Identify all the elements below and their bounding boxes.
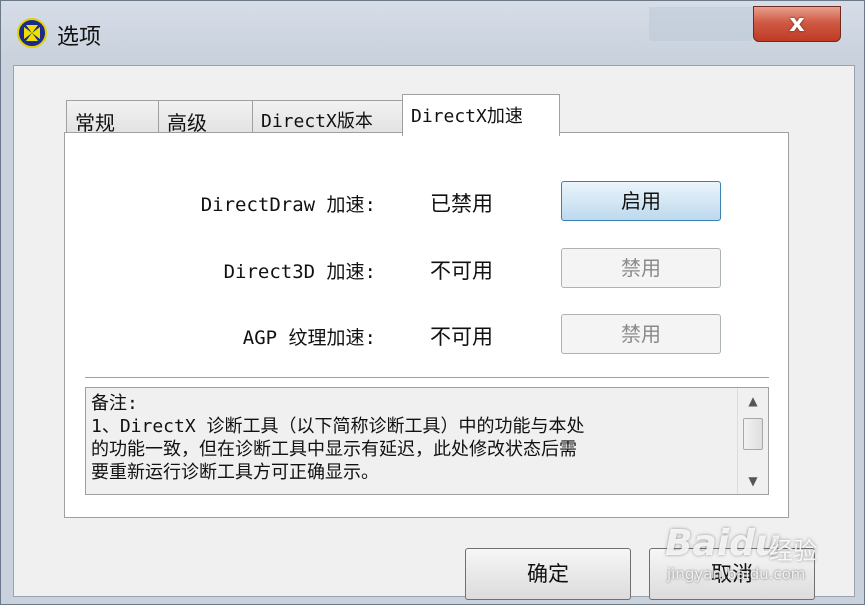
notes-line: 要重新运行诊断工具方可正确显示。 <box>91 462 379 483</box>
directdraw-enable-button[interactable]: 启用 <box>561 181 721 221</box>
scroll-thumb[interactable] <box>743 418 763 450</box>
ok-button[interactable]: 确定 <box>465 548 631 600</box>
direct3d-label: Direct3D 加速: <box>223 261 376 283</box>
directdraw-label: DirectDraw 加速: <box>200 194 376 216</box>
close-button[interactable]: x <box>753 6 841 42</box>
window-controls-area <box>649 7 753 41</box>
app-icon <box>17 18 47 48</box>
scroll-up-icon[interactable]: ▲ <box>738 390 768 412</box>
tab-directx-acceleration[interactable]: DirectX加速 <box>402 94 560 136</box>
scroll-down-icon[interactable]: ▼ <box>738 470 768 492</box>
agp-label: AGP 纹理加速: <box>242 327 376 349</box>
options-dialog: 选项 x 常规 高级 DirectX版本 DirectX加速 DirectDra… <box>0 0 865 605</box>
window-title: 选项 <box>57 25 102 50</box>
close-icon: x <box>789 9 805 37</box>
divider <box>85 377 769 379</box>
notes-text: 备注: 1、DirectX 诊断工具（以下简称诊断工具）中的功能与本处 的功能一… <box>91 392 731 484</box>
cancel-button[interactable]: 取消 <box>649 548 815 600</box>
tab-directx-version[interactable]: DirectX版本 <box>252 100 404 134</box>
tab-panel-directx-acceleration: DirectDraw 加速: 已禁用 启用 Direct3D 加速: 不可用 禁… <box>64 132 789 518</box>
direct3d-disable-button: 禁用 <box>561 248 721 288</box>
directdraw-status: 已禁用 <box>430 192 493 216</box>
title-bar[interactable]: 选项 x <box>1 1 864 65</box>
agp-disable-button: 禁用 <box>561 314 721 354</box>
notes-box[interactable]: 备注: 1、DirectX 诊断工具（以下简称诊断工具）中的功能与本处 的功能一… <box>85 387 769 495</box>
notes-line: 备注: <box>91 393 138 414</box>
agp-status: 不可用 <box>430 325 493 349</box>
dialog-body: 常规 高级 DirectX版本 DirectX加速 DirectDraw 加速:… <box>13 65 855 600</box>
notes-line: 的功能一致，但在诊断工具中显示有延迟，此处修改状态后需 <box>91 439 577 460</box>
direct3d-status: 不可用 <box>430 259 493 283</box>
notes-line: 1、DirectX 诊断工具（以下简称诊断工具）中的功能与本处 <box>91 416 585 437</box>
notes-scrollbar[interactable]: ▲ ▼ <box>737 388 768 494</box>
tab-advanced[interactable]: 高级 <box>158 100 254 135</box>
tab-general[interactable]: 常规 <box>66 100 160 135</box>
